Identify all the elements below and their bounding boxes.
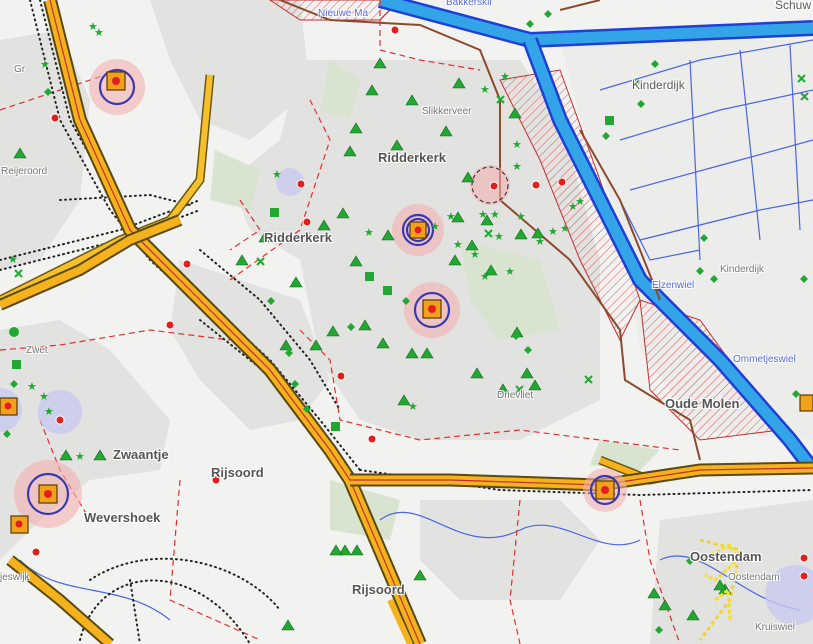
svg-text:★: ★	[512, 138, 522, 151]
svg-text:★: ★	[272, 168, 282, 181]
svg-text:★: ★	[39, 390, 49, 403]
svg-text:★: ★	[364, 226, 374, 239]
svg-text:★: ★	[512, 160, 522, 173]
label-oostendam-small: Oostendam	[728, 572, 780, 583]
label-oostendam: Oostendam	[690, 549, 762, 564]
svg-text:★: ★	[490, 208, 500, 221]
svg-text:★: ★	[505, 265, 515, 278]
map-canvas[interactable]: ★★★ ★★★ ★ ★ ★ ★★★ ★★★ ★★★ ★★★ ★★★ ★ ★★ ★ ★★ …	[0, 0, 813, 644]
label-oude-molen: Oude Molen	[665, 396, 740, 411]
label-ridderkerk-west: Ridderkerk	[264, 230, 332, 245]
svg-text:★: ★	[60, 450, 70, 463]
svg-text:★: ★	[480, 270, 490, 283]
svg-text:★: ★	[560, 222, 570, 235]
svg-text:★: ★	[575, 195, 585, 208]
svg-text:★: ★	[75, 450, 85, 463]
svg-text:★: ★	[8, 253, 18, 266]
label-kruiswiel: Kruiswiel	[755, 622, 796, 633]
label-ommetjeswiel: Ommetjeswiel	[733, 354, 796, 365]
label-schuwacht: Schuw	[775, 0, 812, 12]
label-jeswijk: jeswijk	[0, 572, 30, 583]
svg-text:★: ★	[27, 380, 37, 393]
label-bakkerskil: Bakkerskil	[446, 0, 492, 8]
svg-text:★: ★	[500, 70, 510, 83]
label-rijsoord-south: Rijsoord	[352, 582, 405, 597]
svg-text:★: ★	[494, 230, 504, 243]
svg-text:★: ★	[516, 210, 526, 223]
label-nieuwe-maas: Nieuwe Ma	[318, 8, 369, 19]
svg-text:★: ★	[548, 225, 558, 238]
svg-text:★: ★	[44, 405, 54, 418]
label-ridderkerk-main: Ridderkerk	[378, 150, 446, 165]
map-view[interactable]: ★ ★ ★ ★ ★ ★ ★ ★ ★ ★ ★ ★ ★ ★ ★ ★ ★ ★ ★ ★ ★ ★ ★ ★ ★ ★ ★ ★ ★ ★ …	[0, 0, 813, 644]
label-gr: Gr	[14, 64, 26, 75]
label-reijeroord: Reijeroord	[1, 166, 48, 177]
label-rijsoord-north: Rijsoord	[211, 465, 264, 480]
svg-text:★: ★	[408, 400, 418, 413]
svg-text:★: ★	[480, 83, 490, 96]
svg-text:★: ★	[446, 210, 456, 223]
svg-text:★: ★	[453, 238, 463, 251]
svg-text:★: ★	[40, 58, 50, 71]
svg-text:★: ★	[94, 26, 104, 39]
label-elzenwiel: Elzenwiel	[652, 280, 695, 291]
label-kinderdijk-top: Kinderdijk	[632, 78, 685, 92]
svg-text:★: ★	[535, 235, 545, 248]
svg-text:★: ★	[478, 208, 488, 221]
label-drievliet: Drievliet	[497, 390, 534, 401]
label-wevershoek: Wevershoek	[84, 510, 161, 525]
svg-text:★: ★	[470, 248, 480, 261]
label-zwet: Zwet	[26, 345, 48, 356]
label-kinderdijk-mid: Kinderdijk	[720, 264, 764, 275]
label-zwaantje: Zwaantje	[113, 447, 169, 462]
label-slikkerveer: Slikkerveer	[422, 106, 472, 117]
svg-text:★: ★	[430, 220, 440, 233]
